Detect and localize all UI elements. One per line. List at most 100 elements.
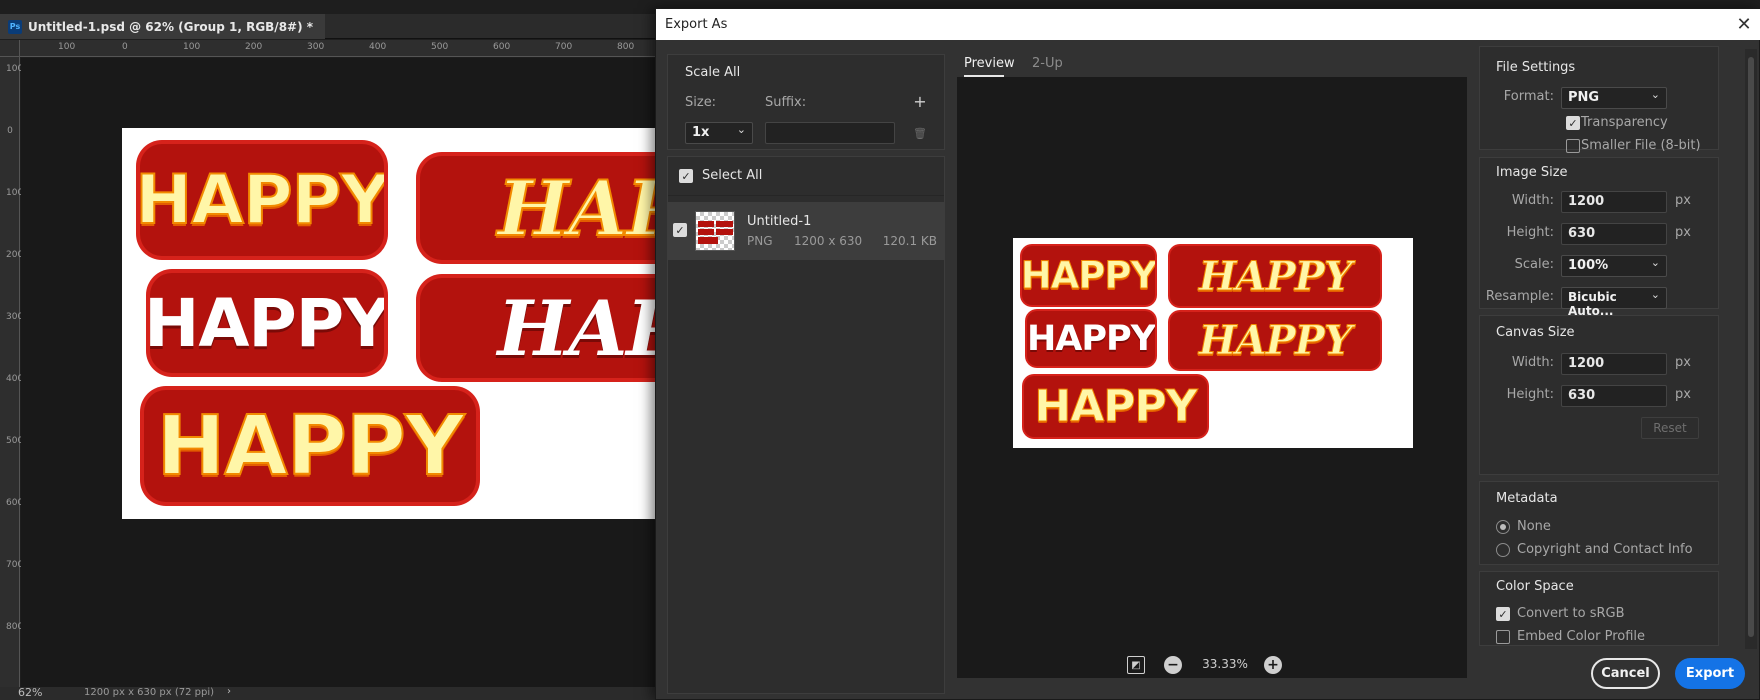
- sticker-text: HAPPY: [1022, 254, 1155, 298]
- chevron-right-icon[interactable]: ›: [227, 686, 231, 697]
- sticker-text: HAPPY: [1027, 318, 1155, 359]
- sticker-text: HAPPY: [140, 160, 384, 241]
- format-select-value: PNG: [1568, 90, 1600, 105]
- scrollbar-thumb[interactable]: [1748, 57, 1754, 637]
- ruler-label: 100: [183, 42, 201, 52]
- toggle-background-icon[interactable]: ◩: [1127, 656, 1145, 674]
- thumbnail-mark: [698, 237, 718, 244]
- image-height-unit: px: [1675, 225, 1691, 240]
- smaller-file-checkbox[interactable]: [1566, 139, 1580, 153]
- scale-all-title: Scale All: [685, 65, 741, 80]
- document-tab-title: Untitled-1.psd @ 62% (Group 1, RGB/8#) *: [28, 19, 314, 34]
- happy-sticker[interactable]: HAPPY: [140, 144, 384, 256]
- canvas-width-input[interactable]: 1200: [1561, 353, 1667, 375]
- image-size-panel: Image Size Width: 1200 px Height: 630 px…: [1479, 157, 1719, 318]
- tab-2up[interactable]: 2-Up: [1032, 56, 1063, 71]
- ruler-label: 200: [6, 250, 24, 260]
- asset-row[interactable]: ✓ Untitled-1 PNG 1200 x 630 120.1 KB: [668, 202, 944, 260]
- export-as-dialog: Export As ✕ Scale All Size: Suffix: + 1x…: [655, 8, 1760, 700]
- image-height-input[interactable]: 630: [1561, 223, 1667, 245]
- export-button[interactable]: Export: [1675, 658, 1745, 689]
- happy-sticker-italic[interactable]: HAP: [420, 156, 656, 260]
- thumbnail-mark: [716, 221, 733, 227]
- ruler-corner[interactable]: [0, 40, 20, 57]
- document-canvas[interactable]: HAPPY HAP HAPPY HAP HAPPY: [122, 128, 656, 519]
- zoom-out-icon[interactable]: −: [1164, 656, 1182, 674]
- select-all-checkbox[interactable]: ✓: [679, 169, 693, 183]
- color-space-panel: Color Space ✓ Convert to sRGB Embed Colo…: [1479, 571, 1719, 646]
- metadata-none-radio[interactable]: [1496, 520, 1510, 534]
- divider: [668, 195, 944, 196]
- embed-profile-checkbox[interactable]: [1496, 630, 1510, 644]
- sticker-text: HAPPY: [1198, 252, 1353, 300]
- canvas-width-label: Width:: [1511, 355, 1554, 370]
- ruler-label: 800: [617, 42, 635, 52]
- happy-sticker-white[interactable]: HAPPY: [150, 273, 384, 373]
- status-zoom[interactable]: 62%: [18, 686, 42, 699]
- convert-srgb-checkbox[interactable]: ✓: [1496, 607, 1510, 621]
- happy-sticker-italic-white[interactable]: HAP: [420, 278, 656, 378]
- image-width-input[interactable]: 1200: [1561, 191, 1667, 213]
- dialog-title: Export As: [665, 17, 728, 32]
- vertical-ruler[interactable]: 100 0 100 200 300 400 500 600 700 800: [0, 57, 24, 687]
- thumbnail-mark: [716, 229, 733, 235]
- ruler-label: 600: [493, 42, 511, 52]
- metadata-none-label: None: [1517, 519, 1551, 534]
- file-settings-title: File Settings: [1496, 60, 1576, 75]
- select-all-label: Select All: [702, 168, 763, 183]
- metadata-copyright-label: Copyright and Contact Info: [1517, 542, 1693, 557]
- zoom-in-icon[interactable]: +: [1264, 656, 1282, 674]
- settings-scrollbar[interactable]: [1745, 49, 1757, 649]
- trash-icon[interactable]: 🗑: [912, 125, 928, 141]
- horizontal-ruler[interactable]: 100 0 100 200 300 400 500 600 700 800: [20, 40, 656, 57]
- preview-area[interactable]: HAPPY HAPPY HAPPY HAPPY HAPPY ◩ − 33.33%…: [957, 77, 1467, 678]
- preview-sticker: HAPPY: [1170, 312, 1380, 369]
- ruler-label: 0: [122, 42, 128, 52]
- assets-panel: ✓ Select All ✓ Untitled-1 PNG 1200 x 630…: [667, 156, 945, 694]
- asset-format: PNG: [747, 234, 773, 248]
- scale-select[interactable]: 100% ⌄: [1561, 255, 1667, 277]
- preview-sticker: HAPPY: [1024, 376, 1207, 437]
- asset-name: Untitled-1: [747, 214, 812, 229]
- ruler-label: 100: [6, 188, 24, 198]
- sticker-text: HAP: [497, 163, 656, 254]
- add-scale-icon[interactable]: +: [912, 92, 928, 111]
- sticker-text: HAPPY: [1198, 317, 1353, 365]
- cancel-button[interactable]: Cancel: [1591, 658, 1660, 689]
- sticker-text: HAPPY: [156, 398, 466, 495]
- ruler-label: 500: [431, 42, 449, 52]
- canvas-height-unit: px: [1675, 387, 1691, 402]
- format-select[interactable]: PNG ⌄: [1561, 87, 1667, 109]
- resample-select[interactable]: Bicubic Auto... ⌄: [1561, 287, 1667, 318]
- chevron-down-icon: ⌄: [1650, 288, 1660, 301]
- sticker-text: HAP: [497, 283, 656, 373]
- suffix-input[interactable]: [765, 122, 895, 144]
- canvas-width-unit: px: [1675, 355, 1691, 370]
- asset-filesize: 120.1 KB: [882, 234, 937, 248]
- sticker-text: HAPPY: [1034, 381, 1198, 433]
- happy-sticker-large[interactable]: HAPPY: [144, 390, 476, 502]
- tab-preview[interactable]: Preview: [964, 56, 1015, 71]
- size-select[interactable]: 1x ⌄: [685, 122, 753, 144]
- size-select-value: 1x: [692, 125, 710, 140]
- metadata-copyright-radio[interactable]: [1496, 543, 1510, 557]
- close-icon[interactable]: ✕: [1733, 13, 1755, 35]
- asset-checkbox[interactable]: ✓: [673, 223, 687, 237]
- thumbnail-mark: [698, 221, 714, 227]
- zoom-level[interactable]: 33.33%: [1195, 657, 1255, 671]
- ruler-label: 700: [6, 560, 24, 570]
- transparency-checkbox[interactable]: ✓: [1566, 116, 1580, 130]
- reset-button[interactable]: Reset: [1641, 417, 1699, 439]
- photoshop-logo-icon: Ps: [8, 19, 22, 34]
- smaller-file-label: Smaller File (8-bit): [1581, 138, 1701, 153]
- scale-label: Scale:: [1514, 257, 1554, 272]
- scale-all-panel: Scale All Size: Suffix: + 1x ⌄ 🗑: [667, 54, 945, 150]
- image-width-label: Width:: [1511, 193, 1554, 208]
- document-tab[interactable]: Ps Untitled-1.psd @ 62% (Group 1, RGB/8#…: [0, 14, 326, 39]
- preview-sticker: HAPPY: [1027, 311, 1155, 366]
- thumbnail-mark: [698, 229, 714, 235]
- canvas-height-input[interactable]: 630: [1561, 385, 1667, 407]
- chevron-down-icon: ⌄: [1650, 88, 1660, 101]
- size-label: Size:: [685, 95, 717, 110]
- dialog-titlebar[interactable]: Export As ✕: [656, 9, 1760, 40]
